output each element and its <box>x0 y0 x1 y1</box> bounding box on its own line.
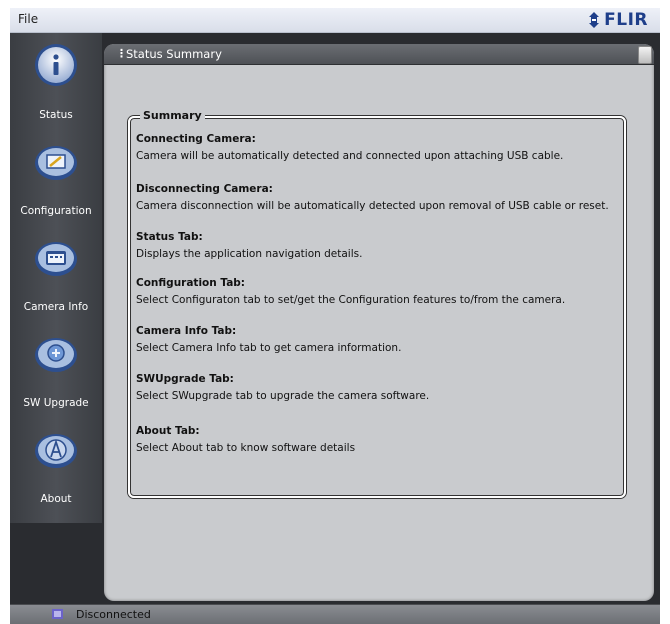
file-menu[interactable]: File <box>18 12 38 26</box>
camera-info-icon <box>35 242 77 276</box>
section-title: About Tab: <box>136 425 200 437</box>
sidebar-item-label: Status <box>39 109 73 121</box>
panel-collapse-button[interactable] <box>638 46 652 64</box>
sidebar-item-configuration[interactable]: Configuration <box>10 129 102 225</box>
flir-logo: FLIR <box>586 10 648 30</box>
info-icon <box>35 44 77 86</box>
summary-section: Camera Info Tab: Select Camera Info tab … <box>136 324 616 356</box>
summary-section: Disconnecting Camera: Camera disconnecti… <box>136 182 616 214</box>
section-title: Connecting Camera: <box>136 133 256 145</box>
summary-section: Connecting Camera: Camera will be automa… <box>136 132 616 164</box>
sidebar-item-status[interactable]: Status <box>10 33 102 129</box>
flir-logo-text: FLIR <box>604 10 648 30</box>
flir-logo-icon <box>589 12 600 28</box>
sidebar-item-label: SW Upgrade <box>23 397 89 409</box>
panel-title: Status Summary <box>126 47 222 61</box>
section-title: Configuration Tab: <box>136 277 246 289</box>
app-window: File FLIR Status Configuration Camera In… <box>10 8 660 624</box>
sidebar-item-about[interactable]: About <box>10 417 102 513</box>
sidebar: Status Configuration Camera Info SW Upgr… <box>10 33 102 523</box>
section-title: Status Tab: <box>136 231 203 243</box>
menubar: File FLIR <box>10 8 660 33</box>
sidebar-item-label: Camera Info <box>23 301 89 313</box>
section-text: Camera will be automatically detected an… <box>136 150 564 162</box>
section-text: Displays the application navigation deta… <box>136 248 363 260</box>
summary-section: About Tab: Select About tab to know soft… <box>136 424 616 456</box>
summary-section: SWUpgrade Tab: Select SWupgrade tab to u… <box>136 372 616 404</box>
sidebar-item-camera-info[interactable]: Camera Info <box>10 225 102 321</box>
status-summary-panel: ⋮ Status Summary Summary Connecting Came… <box>104 44 654 601</box>
usb-disconnected-icon <box>52 609 63 619</box>
sidebar-item-label: About <box>40 493 72 505</box>
summary-group-label: Summary <box>140 109 205 122</box>
sidebar-item-sw-upgrade[interactable]: SW Upgrade <box>10 321 102 417</box>
configuration-icon <box>35 146 77 180</box>
status-bar: Disconnected <box>10 604 660 624</box>
summary-group: Summary Connecting Camera: Camera will b… <box>128 109 626 498</box>
sidebar-item-label: Configuration <box>20 205 92 217</box>
section-title: Disconnecting Camera: <box>136 183 273 195</box>
section-title: Camera Info Tab: <box>136 325 237 337</box>
summary-section: Configuration Tab: Select Configuraton t… <box>136 276 616 308</box>
panel-header: ⋮ Status Summary <box>104 44 654 65</box>
section-text: Select SWupgrade tab to upgrade the came… <box>136 390 430 402</box>
about-icon <box>35 434 77 468</box>
section-text: Select About tab to know software detail… <box>136 442 356 454</box>
summary-section: Status Tab: Displays the application nav… <box>136 230 616 262</box>
section-text: Camera disconnection will be automatical… <box>136 200 609 212</box>
sw-upgrade-icon <box>35 338 77 372</box>
section-title: SWUpgrade Tab: <box>136 373 234 385</box>
section-text: Select Configuraton tab to set/get the C… <box>136 294 566 306</box>
section-text: Select Camera Info tab to get camera inf… <box>136 342 402 354</box>
connection-status: Disconnected <box>76 608 151 621</box>
